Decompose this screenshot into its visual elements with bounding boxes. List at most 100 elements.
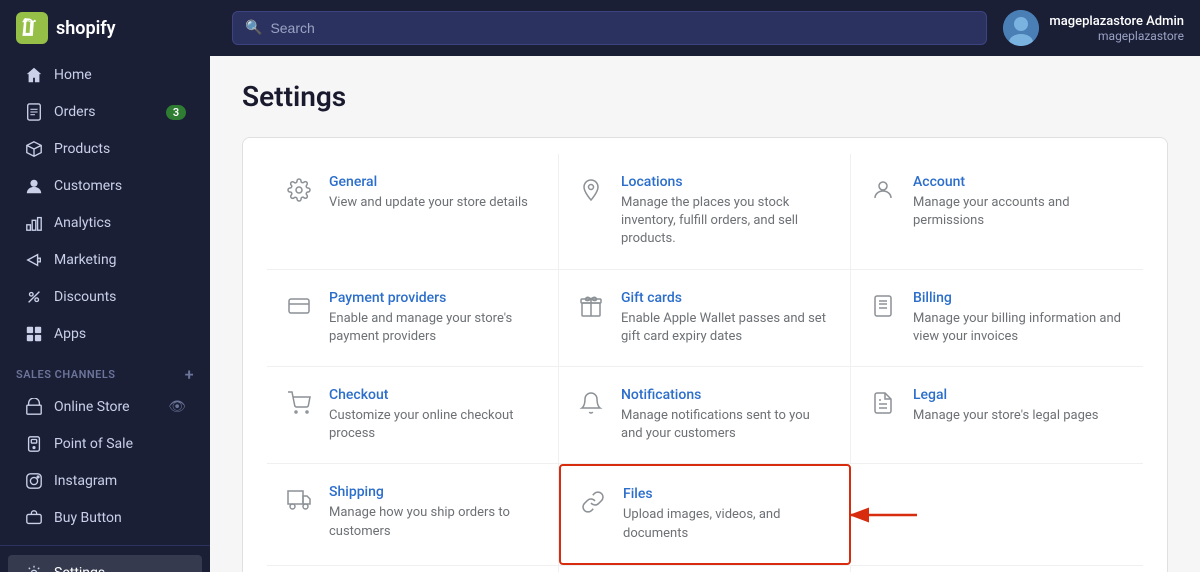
sidebar-item-buy-button[interactable]: Buy Button: [8, 500, 202, 536]
store-icon: [24, 397, 44, 417]
legal-title: Legal: [913, 387, 1127, 403]
notifications-content: Notifications Manage notifications sent …: [621, 387, 834, 443]
settings-icon: [24, 563, 44, 572]
home-icon: [24, 65, 44, 85]
user-store: mageplazastore: [1049, 29, 1184, 43]
files-content: Files Upload images, videos, and documen…: [623, 486, 833, 542]
settings-cell-legal[interactable]: Legal Manage your store's legal pages: [851, 367, 1143, 463]
settings-cell-locations[interactable]: Locations Manage the places you stock in…: [559, 154, 851, 269]
eye-icon: 👁: [168, 399, 186, 415]
settings-cell-files[interactable]: Files Upload images, videos, and documen…: [559, 464, 851, 564]
payment-icon: [283, 290, 315, 322]
payment-desc: Enable and manage your store's payment p…: [329, 310, 542, 346]
account-title: Account: [913, 174, 1127, 190]
settings-cell-shipping[interactable]: Shipping Manage how you ship orders to c…: [267, 464, 559, 564]
marketing-icon: [24, 250, 44, 270]
sidebar-item-home[interactable]: Home: [8, 57, 202, 93]
files-desc: Upload images, videos, and documents: [623, 506, 833, 542]
notifications-title: Notifications: [621, 387, 834, 403]
settings-cell-taxes[interactable]: Taxes Manage how your store charges taxe…: [267, 566, 559, 572]
logo-area: shopify: [16, 12, 216, 44]
apps-icon: [24, 324, 44, 344]
analytics-icon: [24, 213, 44, 233]
payment-content: Payment providers Enable and manage your…: [329, 290, 542, 346]
sidebar-item-home-label: Home: [54, 67, 92, 83]
sidebar-item-discounts-label: Discounts: [54, 289, 116, 305]
locations-content: Locations Manage the places you stock in…: [621, 174, 834, 249]
settings-card: General View and update your store detai…: [242, 137, 1168, 572]
settings-cell-account[interactable]: Account Manage your accounts and permiss…: [851, 154, 1143, 269]
gift-cards-content: Gift cards Enable Apple Wallet passes an…: [621, 290, 834, 346]
sidebar-item-online-store[interactable]: Online Store 👁: [8, 389, 202, 425]
shopify-logo-icon: [16, 12, 48, 44]
settings-cell-empty-4: [851, 464, 1143, 564]
search-input[interactable]: [270, 20, 974, 36]
settings-cell-checkout[interactable]: Checkout Customize your online checkout …: [267, 367, 559, 463]
sidebar-item-marketing[interactable]: Marketing: [8, 242, 202, 278]
sidebar-item-pos[interactable]: Point of Sale: [8, 426, 202, 462]
discounts-icon: [24, 287, 44, 307]
checkout-desc: Customize your online checkout process: [329, 407, 542, 443]
sidebar-item-analytics[interactable]: Analytics: [8, 205, 202, 241]
settings-cell-gift-cards[interactable]: Gift cards Enable Apple Wallet passes an…: [559, 270, 851, 366]
billing-content: Billing Manage your billing information …: [913, 290, 1127, 346]
sidebar-item-products[interactable]: Products: [8, 131, 202, 167]
billing-title: Billing: [913, 290, 1127, 306]
main-layout: Home Orders 3 Products Customers: [0, 56, 1200, 572]
settings-cell-notifications[interactable]: Notifications Manage notifications sent …: [559, 367, 851, 463]
user-info: mageplazastore Admin mageplazastore: [1049, 14, 1184, 43]
files-title: Files: [623, 486, 833, 502]
sidebar: Home Orders 3 Products Customers: [0, 56, 210, 572]
settings-row-4: Shipping Manage how you ship orders to c…: [267, 464, 1143, 565]
legal-content: Legal Manage your store's legal pages: [913, 387, 1127, 425]
sidebar-item-apps-label: Apps: [54, 326, 86, 342]
sidebar-item-discounts[interactable]: Discounts: [8, 279, 202, 315]
orders-badge: 3: [166, 105, 186, 120]
sales-channels-label: SALES CHANNELS +: [0, 353, 210, 388]
user-area[interactable]: mageplazastore Admin mageplazastore: [1003, 10, 1184, 46]
user-avatar: [1003, 10, 1039, 46]
account-content: Account Manage your accounts and permiss…: [913, 174, 1127, 230]
settings-cell-sales-channels[interactable]: Sales channels Manage the channels you u…: [559, 566, 851, 572]
payment-title: Payment providers: [329, 290, 542, 306]
notification-icon: [575, 387, 607, 419]
general-title: General: [329, 174, 542, 190]
sidebar-item-buy-button-label: Buy Button: [54, 510, 122, 526]
settings-row-2: Payment providers Enable and manage your…: [267, 270, 1143, 367]
files-icon: [577, 486, 609, 518]
settings-cell-general[interactable]: General View and update your store detai…: [267, 154, 559, 269]
shipping-icon: [283, 484, 315, 516]
add-sales-channel-button[interactable]: +: [185, 365, 194, 384]
sidebar-item-customers[interactable]: Customers: [8, 168, 202, 204]
sidebar-item-instagram-label: Instagram: [54, 473, 117, 489]
sidebar-item-online-store-label: Online Store: [54, 399, 130, 415]
pos-icon: [24, 434, 44, 454]
sidebar-nav: Home Orders 3 Products Customers: [0, 56, 210, 537]
search-bar[interactable]: 🔍: [232, 11, 987, 45]
instagram-icon: [24, 471, 44, 491]
shipping-desc: Manage how you ship orders to customers: [329, 504, 542, 540]
buy-button-icon: [24, 508, 44, 528]
sidebar-settings: Settings: [0, 545, 210, 572]
topbar: shopify 🔍 mageplazastore Admin mageplaza…: [0, 0, 1200, 56]
checkout-icon: [283, 387, 315, 419]
settings-row-3: Checkout Customize your online checkout …: [267, 367, 1143, 464]
sidebar-item-apps[interactable]: Apps: [8, 316, 202, 352]
orders-icon: [24, 102, 44, 122]
legal-desc: Manage your store's legal pages: [913, 407, 1127, 425]
checkout-title: Checkout: [329, 387, 542, 403]
general-desc: View and update your store details: [329, 194, 542, 212]
gift-cards-desc: Enable Apple Wallet passes and set gift …: [621, 310, 834, 346]
sidebar-item-orders[interactable]: Orders 3: [8, 94, 202, 130]
account-icon: [867, 174, 899, 206]
sidebar-item-instagram[interactable]: Instagram: [8, 463, 202, 499]
general-content: General View and update your store detai…: [329, 174, 542, 212]
account-desc: Manage your accounts and permissions: [913, 194, 1127, 230]
settings-cell-payment[interactable]: Payment providers Enable and manage your…: [267, 270, 559, 366]
sidebar-item-products-label: Products: [54, 141, 110, 157]
settings-cell-billing[interactable]: Billing Manage your billing information …: [851, 270, 1143, 366]
sidebar-item-pos-label: Point of Sale: [54, 436, 133, 452]
sidebar-item-orders-label: Orders: [54, 104, 96, 120]
sidebar-item-settings[interactable]: Settings: [8, 555, 202, 572]
sidebar-item-settings-label: Settings: [54, 565, 105, 572]
